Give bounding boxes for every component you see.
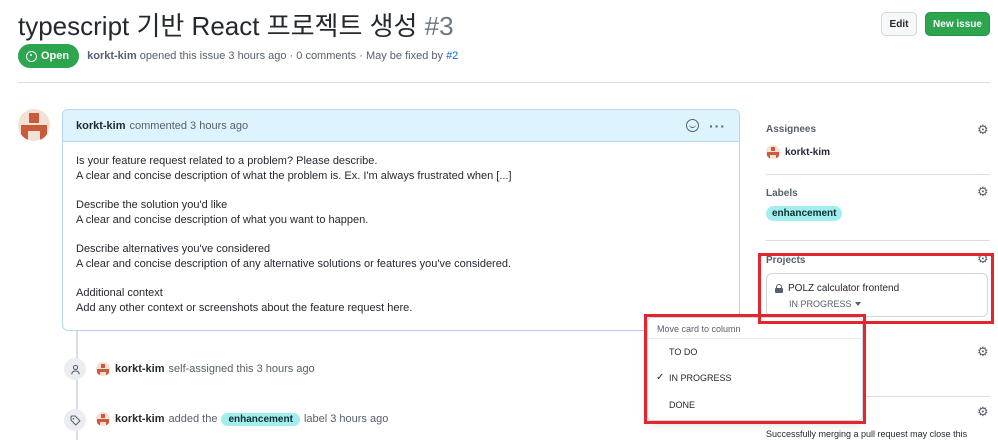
section-heading: Describe the solution you'd like [76,199,228,211]
issue-title: typescript 기반 React 프로젝트 생성 #3 [18,6,454,43]
linked-pr-link[interactable]: #2 [446,50,458,62]
gear-icon[interactable]: ⚙ [977,185,989,198]
avatar[interactable] [96,362,110,376]
gear-icon[interactable]: ⚙ [977,405,989,418]
sidebar-label-enhancement[interactable]: enhancement [766,206,843,221]
status-badge-label: Open [41,50,70,62]
event-text: self-assigned this 3 hours ago [168,363,315,375]
comment-body: Is your feature request related to a pro… [63,142,739,342]
timeline-event-labeled: korkt-kim added the enhancement label 3 … [96,412,388,426]
section-text: A clear and concise description of what … [76,214,369,226]
gear-icon[interactable]: ⚙ [977,123,989,136]
assignee-name[interactable]: korkt-kim [785,147,830,158]
issue-opened-icon [26,50,37,62]
avatar[interactable] [18,109,50,141]
comment-section: Describe alternatives you've considered … [76,242,726,272]
label-enhancement[interactable]: enhancement [221,412,300,426]
event-author[interactable]: korkt-kim [115,363,165,375]
person-icon [64,358,86,380]
timeline-event-assigned: korkt-kim self-assigned this 3 hours ago [96,362,315,376]
comment-header: korkt-kim commented 3 hours ago ··· [63,110,739,142]
kebab-menu-icon[interactable]: ··· [709,118,726,134]
comment-section: Is your feature request related to a pro… [76,154,726,184]
avatar[interactable] [766,145,780,159]
section-heading: Describe alternatives you've considered [76,243,271,255]
tag-icon [64,409,86,431]
event-author[interactable]: korkt-kim [115,413,165,425]
status-badge: Open [18,44,80,68]
comment-author[interactable]: korkt-kim [76,120,126,132]
assignees-heading[interactable]: Assignees [766,124,816,135]
sidebar-divider [766,174,990,175]
author-link[interactable]: korkt-kim [87,50,137,62]
issue-state-row: Open korkt-kim opened this issue 3 hours… [18,44,458,68]
comment-time[interactable]: commented 3 hours ago [130,120,249,132]
section-text: A clear and concise description of what … [76,170,512,182]
issue-meta-text: opened this issue 3 hours ago · 0 commen… [139,50,443,62]
issue-meta: korkt-kim opened this issue 3 hours ago … [87,50,458,62]
issue-comment: korkt-kim commented 3 hours ago ··· Is y… [62,109,740,331]
issue-title-text: typescript 기반 React 프로젝트 생성 [18,11,418,41]
comment-section: Describe the solution you'd like A clear… [76,198,726,228]
comment-section: Additional context Add any other context… [76,286,726,316]
new-issue-button[interactable]: New issue [925,12,990,36]
merge-note: Successfully merging a pull request may … [766,429,968,439]
highlight-box-menu [644,314,866,424]
event-text-after: label 3 hours ago [303,413,389,425]
edit-button[interactable]: Edit [881,12,917,36]
smiley-icon[interactable] [686,119,699,132]
section-heading: Is your feature request related to a pro… [76,155,378,167]
section-heading: Additional context [76,287,163,299]
gear-icon[interactable]: ⚙ [977,345,989,358]
avatar[interactable] [96,412,110,426]
sidebar-divider [766,240,990,241]
issue-number: #3 [424,11,454,41]
header-divider [18,82,990,83]
event-text-before: added the [168,413,218,425]
assignee-item[interactable]: korkt-kim [766,145,830,159]
section-text: Add any other context or screenshots abo… [76,302,413,314]
labels-heading[interactable]: Labels [766,188,798,199]
section-text: A clear and concise description of any a… [76,258,512,270]
